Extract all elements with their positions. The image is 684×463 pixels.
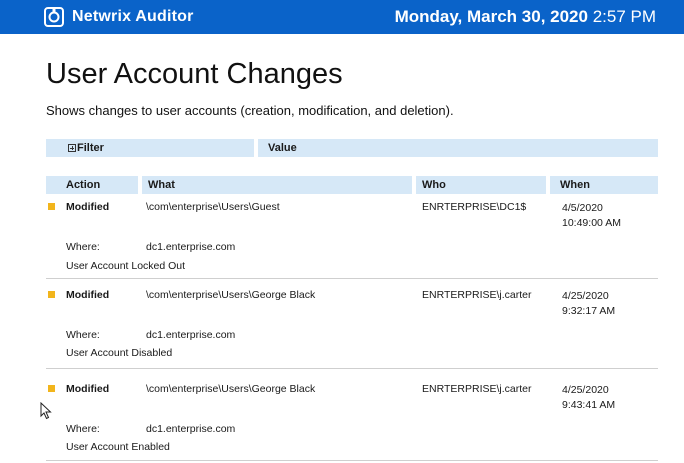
report-description: Shows changes to user accounts (creation… — [46, 103, 454, 118]
change-marker — [48, 385, 55, 392]
row-when-date: 4/5/2020 — [562, 202, 603, 214]
row-where-label: Where: — [66, 241, 100, 253]
filter-bar: Filter Value — [46, 139, 658, 157]
change-marker — [48, 291, 55, 298]
filter-toggle[interactable]: Filter — [68, 142, 104, 154]
row-divider — [46, 368, 658, 369]
row-when: 4/25/2020 9:43:41 AM — [562, 383, 615, 413]
table-header: Action What Who When — [46, 176, 658, 194]
row-detail: User Account Locked Out — [66, 260, 186, 272]
filter-value-label: Value — [268, 142, 297, 154]
row-where-label: Where: — [66, 423, 100, 435]
row-detail: User Account Disabled — [66, 347, 173, 359]
column-header-action[interactable]: Action — [66, 179, 100, 191]
row-what: \com\enterprise\Users\George Black — [146, 289, 316, 301]
column-separator — [546, 176, 550, 194]
filter-label: Filter — [77, 142, 104, 154]
row-who: ENRTERPRISE\j.carter — [422, 289, 532, 301]
column-separator — [138, 176, 142, 194]
row-when-date: 4/25/2020 — [562, 384, 609, 396]
filter-separator — [254, 139, 258, 157]
row-where-value: dc1.enterprise.com — [146, 241, 236, 253]
row-when-date: 4/25/2020 — [562, 290, 609, 302]
row-who: ENRTERPRISE\DC1$ — [422, 201, 527, 213]
top-bar: Netwrix Auditor Monday, March 30, 2020 2… — [0, 0, 684, 34]
current-date: Monday, March 30, 2020 — [394, 7, 588, 26]
row-when-time: 9:43:41 AM — [562, 399, 616, 411]
row-what: \com\enterprise\Users\Guest — [146, 201, 280, 213]
row-where-label: Where: — [66, 329, 100, 341]
row-when-time: 9:32:17 AM — [562, 305, 616, 317]
current-time: 2:57 PM — [592, 7, 656, 26]
row-action: Modified — [66, 289, 110, 301]
column-header-when[interactable]: When — [560, 179, 590, 191]
page-title: User Account Changes — [46, 58, 343, 90]
row-divider — [46, 278, 658, 279]
row-action: Modified — [66, 383, 110, 395]
netwrix-logo-icon — [44, 7, 64, 27]
change-marker — [48, 203, 55, 210]
expand-plus-icon[interactable] — [68, 144, 76, 152]
row-divider — [46, 460, 658, 461]
mouse-pointer-icon — [40, 402, 52, 420]
date-time: Monday, March 30, 2020 2:57 PM — [395, 7, 656, 27]
row-where-value: dc1.enterprise.com — [146, 423, 236, 435]
column-header-who[interactable]: Who — [422, 179, 446, 191]
row-where-value: dc1.enterprise.com — [146, 329, 236, 341]
row-when: 4/5/2020 10:49:00 AM — [562, 201, 621, 231]
row-when: 4/25/2020 9:32:17 AM — [562, 289, 615, 319]
row-action: Modified — [66, 201, 110, 213]
row-what: \com\enterprise\Users\George Black — [146, 383, 316, 395]
column-header-what[interactable]: What — [148, 179, 175, 191]
row-who: ENRTERPRISE\j.carter — [422, 383, 532, 395]
row-when-time: 10:49:00 AM — [562, 217, 621, 229]
column-separator — [412, 176, 416, 194]
app-title: Netwrix Auditor — [72, 8, 194, 25]
row-detail: User Account Enabled — [66, 441, 170, 453]
